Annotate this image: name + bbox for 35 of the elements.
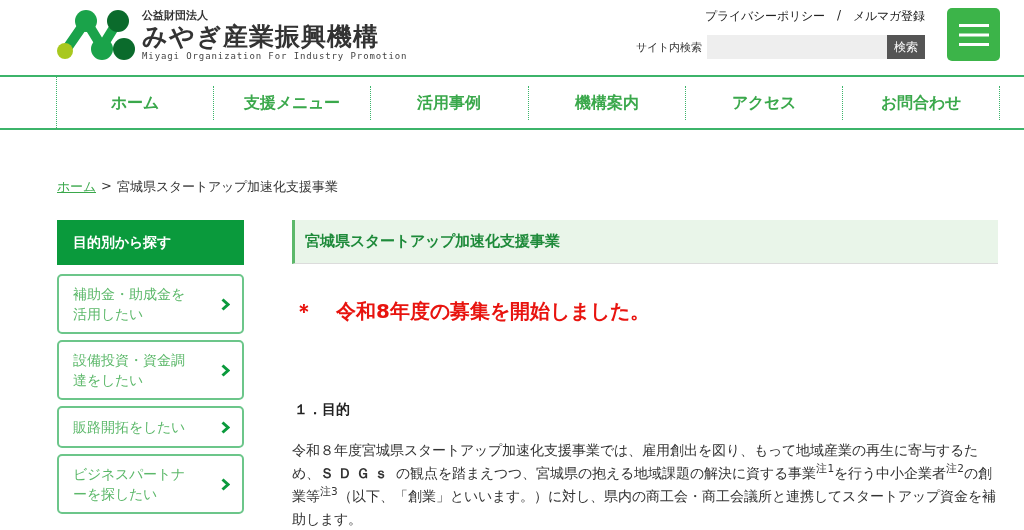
- chevron-icon: [221, 420, 230, 434]
- sidebar-item[interactable]: 販路開拓をしたい: [57, 406, 244, 448]
- breadcrumb-separator: >: [101, 178, 112, 195]
- page-title: 宮城県スタートアップ加速化支援事業: [292, 220, 998, 264]
- chevron-icon: [221, 297, 230, 311]
- logo-title[interactable]: みやぎ産業振興機構: [142, 23, 408, 51]
- search-field[interactable]: [707, 35, 887, 59]
- chevron-icon: [221, 363, 230, 377]
- nav-link[interactable]: 活用事例: [371, 85, 529, 120]
- menu-icon: [958, 23, 989, 46]
- notice-text: 令和8年度の募集を開始しました。: [336, 298, 650, 325]
- search-button[interactable]: 検索: [887, 35, 925, 59]
- logo-subtitle: Miyagi Organization For Industry Promotion: [142, 51, 408, 61]
- search-label: サイト内検索: [636, 39, 702, 55]
- sidebar-heading: 目的別から探す: [57, 220, 244, 265]
- header-link[interactable]: プライバシーポリシー: [704, 8, 825, 25]
- chevron-icon: [221, 477, 230, 491]
- header-link[interactable]: メルマガ登録: [853, 8, 925, 25]
- sidebar-item[interactable]: 設備投資・資金調達をしたい: [57, 340, 244, 400]
- nav-link[interactable]: アクセス: [685, 85, 843, 120]
- breadcrumb-link[interactable]: ホーム: [57, 178, 96, 196]
- menu-button[interactable]: [947, 8, 1000, 61]
- section-heading: １．目的: [294, 401, 351, 419]
- nav-link[interactable]: 機構案内: [528, 85, 686, 120]
- sidebar-item[interactable]: 補助金・助成金を活用したい: [57, 274, 244, 334]
- nav-link[interactable]: お問合わせ: [842, 85, 1001, 120]
- logo-icon[interactable]: [56, 7, 136, 63]
- link-separator: /: [836, 8, 841, 24]
- paragraph: 令和８年度宮城県スタートアップ加速化支援事業では、雇用創出を図り、もって地域産業の再生に寄与するため、ＳＤＧｓ の観点を踏まえつつ、宮城県の抱える地域課題の解決に資する事業$^{注1}$を行う中小企業者$^{注2}$の創業等$^{注3}$（以下、「創業」といいます。）に対し、県内の商工会・商工会議所と連携してスタートアップ資金を補助します。: [292, 441, 997, 529]
- asterisk-mark: ＊: [294, 298, 314, 325]
- organization-type: 公益財団法人: [142, 9, 209, 23]
- sidebar-item[interactable]: ビジネスパートナーを探したい: [57, 454, 244, 514]
- breadcrumb-current: 宮城県スタートアップ加速化支援事業: [116, 178, 338, 196]
- nav-link[interactable]: 支援メニュー: [214, 85, 372, 120]
- nav-link[interactable]: ホーム: [57, 85, 215, 120]
